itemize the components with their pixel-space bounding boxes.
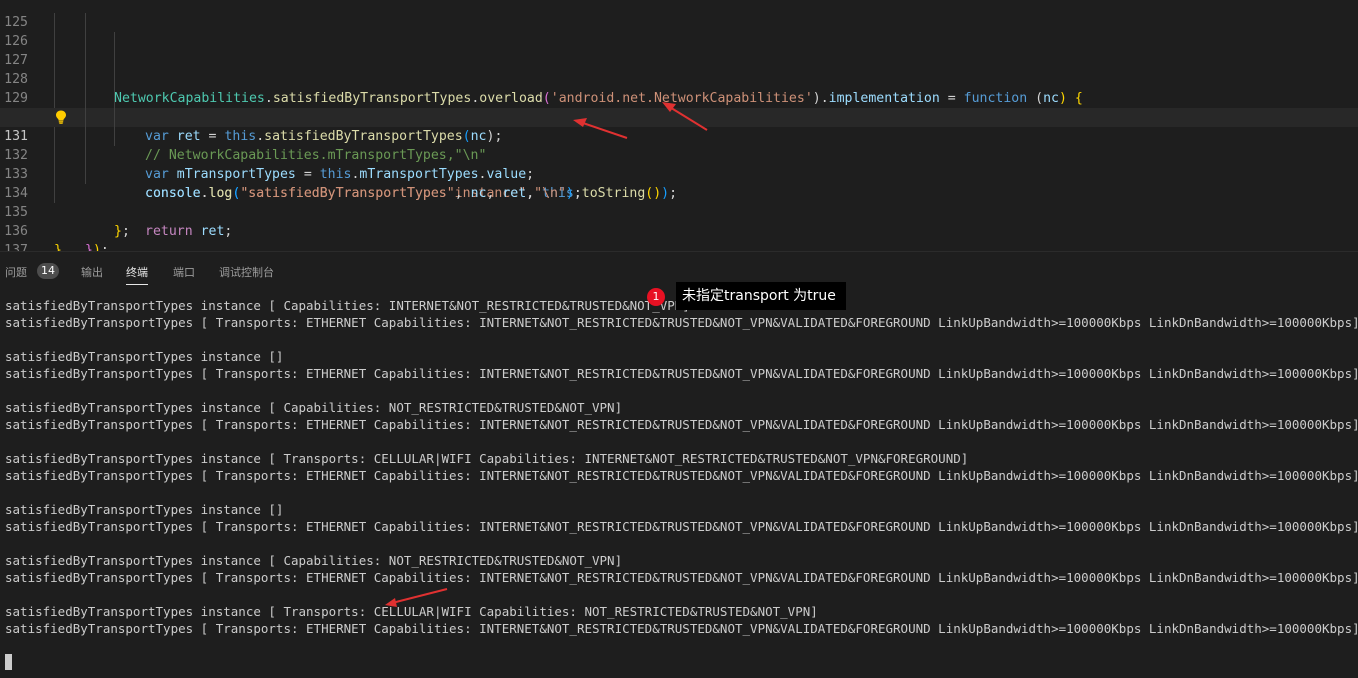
code-line-125[interactable]: 125	[0, 0, 1358, 30]
indent-guide	[114, 89, 115, 108]
problems-count-badge: 14	[37, 263, 59, 279]
tab-ports[interactable]: 端口	[173, 264, 195, 284]
indent-guide	[85, 70, 86, 89]
terminal-line: satisfiedByTransportTypes [ Transports: …	[5, 519, 1358, 534]
terminal-cursor	[5, 654, 12, 670]
indent-guide	[54, 70, 55, 89]
indent-guide	[114, 32, 115, 51]
tab-output[interactable]: 输出	[81, 264, 103, 284]
terminal-line: satisfiedByTransportTypes [ Transports: …	[5, 621, 1358, 636]
code-line-136[interactable]: 136 }	[0, 203, 1358, 251]
terminal-line: satisfiedByTransportTypes [ Transports: …	[5, 570, 1358, 585]
code-line-127[interactable]: 127 var ret = this.satisfiedByTransportT…	[0, 32, 1358, 144]
indent-guide	[54, 165, 55, 184]
indent-guide	[54, 13, 55, 32]
indent-guide	[54, 184, 55, 203]
lightbulb-icon[interactable]	[55, 110, 67, 124]
terminal-line: satisfiedByTransportTypes instance []	[5, 502, 284, 517]
indent-guide	[85, 32, 86, 51]
terminal-line: satisfiedByTransportTypes instance [ Cap…	[5, 298, 690, 313]
indent-guide	[54, 89, 55, 108]
indent-guide	[85, 89, 86, 108]
indent-guide	[85, 51, 86, 70]
code-line-129[interactable]: 129 var mTransportTypes = this.mTranspor…	[0, 70, 1358, 182]
indent-guide	[54, 146, 55, 165]
indent-guide	[85, 127, 86, 146]
terminal-line: satisfiedByTransportTypes [ Transports: …	[5, 366, 1358, 381]
indent-guide	[114, 127, 115, 146]
code-line-138[interactable]: 138	[0, 241, 1358, 251]
indent-guide	[54, 32, 55, 51]
indent-guide	[54, 51, 55, 70]
code-line-126[interactable]: 126 NetworkCapabilities.satisfiedByTrans…	[0, 13, 1358, 106]
bottom-panel: 问题 14 输出 终端 端口 调试控制台 satisfiedByTranspor…	[0, 251, 1358, 678]
annotation-number-badge: 1	[647, 288, 665, 306]
code-line-130[interactable]: 130 console.log("satisfiedByTransportTyp…	[0, 89, 1358, 201]
code-line-132[interactable]: 132 return ret;	[0, 127, 1358, 239]
code-line-131[interactable]: 131 console.log("satisfiedByTransportTyp…	[0, 108, 1358, 201]
code-editor[interactable]: 125 126 NetworkCapabilities.satisfiedByT…	[0, 0, 1358, 251]
code-line-135[interactable]: 135 });	[0, 184, 1358, 251]
indent-guide	[85, 165, 86, 184]
terminal-line: satisfiedByTransportTypes instance [ Cap…	[5, 553, 623, 568]
code-line-133[interactable]: 133 };	[0, 146, 1358, 239]
indent-guide	[114, 70, 115, 89]
tab-debug-console[interactable]: 调试控制台	[219, 264, 274, 284]
terminal-line: satisfiedByTransportTypes instance [ Cap…	[5, 400, 623, 415]
indent-guide	[85, 13, 86, 32]
terminal-line: satisfiedByTransportTypes [ Transports: …	[5, 315, 1358, 330]
annotation-text: 未指定transport 为true	[676, 282, 846, 310]
indent-guide	[85, 108, 86, 127]
terminal-line: satisfiedByTransportTypes instance [ Tra…	[5, 451, 969, 466]
indent-guide	[114, 51, 115, 70]
code-line-137[interactable]: 137	[0, 222, 1358, 251]
terminal-line: satisfiedByTransportTypes instance [ Tra…	[5, 604, 818, 619]
terminal-line: satisfiedByTransportTypes instance []	[5, 349, 284, 364]
tab-terminal[interactable]: 终端	[126, 264, 148, 285]
terminal-line: satisfiedByTransportTypes [ Transports: …	[5, 417, 1358, 432]
indent-guide	[114, 108, 115, 127]
tab-problems[interactable]: 问题	[5, 264, 27, 284]
indent-guide	[85, 146, 86, 165]
code-line-134[interactable]: 134	[0, 165, 1358, 201]
terminal-line: satisfiedByTransportTypes [ Transports: …	[5, 468, 1358, 483]
indent-guide	[54, 127, 55, 146]
code-line-128[interactable]: 128 // NetworkCapabilities.mTransportTyp…	[0, 51, 1358, 163]
